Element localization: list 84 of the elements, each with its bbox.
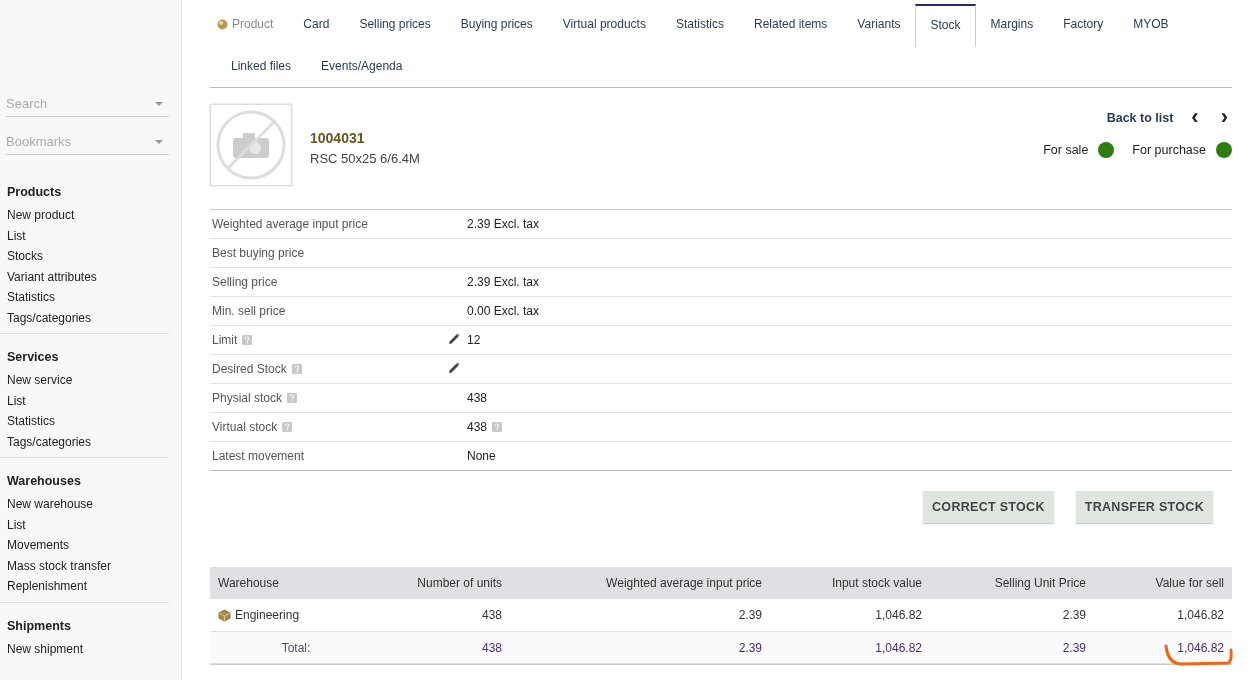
pencil-icon[interactable]: [448, 361, 460, 374]
previous-button[interactable]: ‹: [1187, 110, 1203, 126]
sidebar-link[interactable]: List: [0, 390, 169, 411]
tab[interactable]: Buying prices: [445, 4, 548, 45]
table-cell: 1,046.82: [1177, 608, 1224, 622]
product-reference: 1004031: [310, 130, 366, 146]
caret-icon: [155, 139, 163, 144]
column-header: Weighted average input price: [605, 576, 763, 590]
table-cell: 2.39: [738, 608, 762, 622]
tab[interactable]: Variants: [842, 4, 916, 45]
total-cell: 1,046.82: [875, 640, 922, 655]
field-value: 0.00 Excl. tax: [467, 304, 540, 318]
sidebar-link[interactable]: New warehouse: [0, 494, 169, 515]
sidebar-link[interactable]: List: [0, 514, 169, 535]
field-value: 2.39 Excl. tax: [467, 217, 540, 231]
field-value: 438: [467, 391, 488, 405]
field-label: Best buying price: [212, 246, 305, 260]
section-heading: Products: [6, 184, 63, 201]
field-label: Weighted average input price: [212, 217, 368, 231]
back-to-list-link[interactable]: Back to list: [1106, 111, 1174, 125]
next-button[interactable]: ›: [1216, 110, 1232, 126]
status-label: For sale: [1043, 143, 1089, 157]
column-header: Selling Unit Price: [993, 576, 1087, 590]
sidebar-link[interactable]: Variant attributes: [0, 266, 169, 287]
tab[interactable]: Events/Agenda: [306, 46, 418, 87]
field-value: 2.39 Excl. tax: [467, 275, 540, 289]
sidebar-link[interactable]: Replenishment: [0, 576, 169, 597]
tab[interactable]: Related items: [738, 4, 843, 45]
sidebar-link[interactable]: Tags/categories: [0, 307, 169, 328]
total-label: Total:: [281, 640, 311, 655]
table-cell: 2.39: [1062, 608, 1086, 622]
total-cell: 1,046.82: [1177, 640, 1224, 655]
tab[interactable]: Linked files: [216, 46, 307, 87]
table-cell: 438: [481, 608, 502, 622]
caret-icon: [155, 101, 163, 106]
total-cell: 438: [481, 640, 502, 655]
tab[interactable]: Card: [288, 4, 345, 45]
action-button[interactable]: CORRECT STOCK: [923, 491, 1054, 523]
sidebar-link[interactable]: New product: [0, 205, 169, 226]
tab[interactable]: Margins: [975, 4, 1049, 45]
pencil-icon[interactable]: [448, 332, 460, 345]
column-header: Warehouse: [217, 576, 280, 590]
sidebar-link[interactable]: Statistics: [0, 287, 169, 308]
sidebar-link[interactable]: Mass stock transfer: [0, 555, 169, 576]
tab[interactable]: Stock: [915, 4, 976, 47]
sidebar-link[interactable]: List: [0, 225, 169, 246]
sidebar-link[interactable]: Stocks: [0, 246, 169, 267]
sidebar-link[interactable]: Movements: [0, 535, 169, 556]
table-cell: 1,046.82: [875, 608, 922, 622]
tab[interactable]: Virtual products: [547, 4, 661, 45]
underline-annotation-drawing: [1162, 644, 1234, 668]
field-label: Desired Stock: [212, 362, 287, 376]
field-label: Latest movement: [212, 449, 305, 463]
section-heading: Services: [6, 349, 60, 366]
product-name: RSC 50x25 6/6.4M: [310, 151, 420, 166]
box-icon: [218, 608, 231, 622]
ball-icon: [217, 18, 228, 30]
column-header: Input stock value: [830, 576, 923, 590]
tab[interactable]: Statistics: [660, 4, 739, 45]
field-value: None: [467, 449, 496, 463]
total-cell: 2.39: [1062, 640, 1086, 655]
field-value: 12: [467, 333, 481, 347]
section-heading: Shipments: [6, 617, 72, 635]
sidebar-link[interactable]: Statistics: [0, 411, 169, 432]
tab[interactable]: Product: [216, 4, 289, 45]
field-value: 438: [467, 420, 488, 434]
warehouse-link[interactable]: Engineering: [235, 608, 300, 622]
column-header: Value for sell: [1154, 576, 1225, 590]
column-header: Number of units: [416, 576, 503, 590]
sidebar-link[interactable]: Tags/categories: [0, 431, 169, 452]
tab[interactable]: Factory: [1048, 4, 1119, 45]
section-heading: Warehouses: [6, 473, 82, 490]
field-label: Min. sell price: [212, 304, 286, 318]
tab[interactable]: MYOB: [1118, 4, 1184, 45]
field-label: Limit: [212, 333, 238, 347]
action-button[interactable]: TRANSFER STOCK: [1075, 491, 1213, 523]
status-label: For purchase: [1132, 143, 1206, 157]
sidebar-link[interactable]: New shipment: [0, 638, 169, 659]
field-label: Selling price: [212, 275, 278, 289]
sidebar-link[interactable]: New service: [0, 370, 169, 391]
field-label: Virtual stock: [212, 420, 278, 434]
tab[interactable]: Selling prices: [344, 4, 446, 45]
total-cell: 2.39: [738, 640, 762, 655]
field-label: Physial stock: [212, 391, 283, 405]
